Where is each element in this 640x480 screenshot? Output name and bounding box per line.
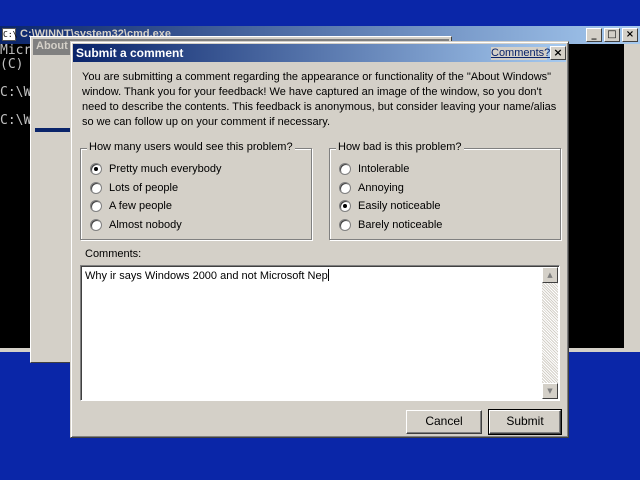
intro-text: You are submitting a comment regarding t…: [82, 71, 557, 128]
console-close-button[interactable]: ×: [622, 28, 638, 42]
radio-label: Intolerable: [358, 163, 410, 175]
radio-annoying[interactable]: Annoying: [339, 180, 404, 196]
radio-label: Almost nobody: [109, 219, 182, 231]
console-line: C:\W: [0, 85, 32, 100]
minimize-button[interactable]: _: [586, 28, 602, 42]
dialog-title: Submit a comment: [76, 46, 184, 60]
comments-link[interactable]: Comments?: [491, 47, 550, 60]
radio-label: Easily noticeable: [358, 200, 441, 212]
radio-button[interactable]: [339, 182, 351, 194]
radio-label: Pretty much everybody: [109, 163, 222, 175]
comments-text: Why ir says Windows 2000 and not Microso…: [85, 269, 329, 282]
radio-button[interactable]: [339, 219, 351, 231]
console-line: (C): [0, 57, 24, 72]
dialog-titlebar[interactable]: Submit a comment Comments? ×: [73, 44, 566, 62]
severity-group: How bad is this problem? Intolerable Ann…: [329, 141, 561, 240]
radio-button[interactable]: [90, 163, 102, 175]
severity-group-legend: How bad is this problem?: [336, 141, 464, 153]
console-icon: C:\: [2, 28, 18, 41]
radio-button[interactable]: [339, 163, 351, 175]
radio-pretty-much-everybody[interactable]: Pretty much everybody: [90, 161, 222, 177]
submit-button[interactable]: Submit: [488, 409, 562, 435]
radio-button[interactable]: [339, 200, 351, 212]
submit-comment-dialog: Submit a comment Comments? × You are sub…: [70, 41, 569, 438]
about-accent-bar: [35, 128, 71, 132]
radio-label: Annoying: [358, 182, 404, 194]
comments-scrollbar[interactable]: ▲ ▼: [542, 267, 558, 399]
text-caret: [327, 269, 329, 281]
radio-button[interactable]: [90, 200, 102, 212]
radio-a-few-people[interactable]: A few people: [90, 198, 172, 214]
radio-barely-noticeable[interactable]: Barely noticeable: [339, 217, 442, 233]
console-line: C:\W: [0, 113, 32, 128]
comments-label: Comments:: [85, 248, 142, 260]
console-output: Micr (C) C:\W C:\W: [0, 44, 31, 128]
radio-lots-of-people[interactable]: Lots of people: [90, 180, 178, 196]
about-title: About: [36, 40, 68, 52]
close-button[interactable]: ×: [550, 46, 566, 60]
radio-label: Barely noticeable: [358, 219, 443, 231]
radio-almost-nobody[interactable]: Almost nobody: [90, 217, 182, 233]
maximize-button[interactable]: □: [604, 28, 620, 42]
console-scrollbar[interactable]: [624, 44, 640, 348]
radio-easily-noticeable[interactable]: Easily noticeable: [339, 198, 441, 214]
scroll-up-icon[interactable]: ▲: [542, 267, 558, 283]
radio-label: Lots of people: [109, 182, 179, 194]
console-line: Micr: [0, 43, 32, 58]
radio-button[interactable]: [90, 219, 102, 231]
users-group: How many users would see this problem? P…: [80, 141, 312, 240]
scroll-down-icon[interactable]: ▼: [542, 383, 558, 399]
cancel-button[interactable]: Cancel: [406, 410, 482, 434]
radio-label: A few people: [109, 200, 172, 212]
radio-intolerable[interactable]: Intolerable: [339, 161, 409, 177]
radio-button[interactable]: [90, 182, 102, 194]
comments-textarea[interactable]: Why ir says Windows 2000 and not Microso…: [80, 265, 560, 401]
users-group-legend: How many users would see this problem?: [87, 141, 295, 153]
comments-value: Why ir says Windows 2000 and not Microso…: [85, 270, 328, 282]
